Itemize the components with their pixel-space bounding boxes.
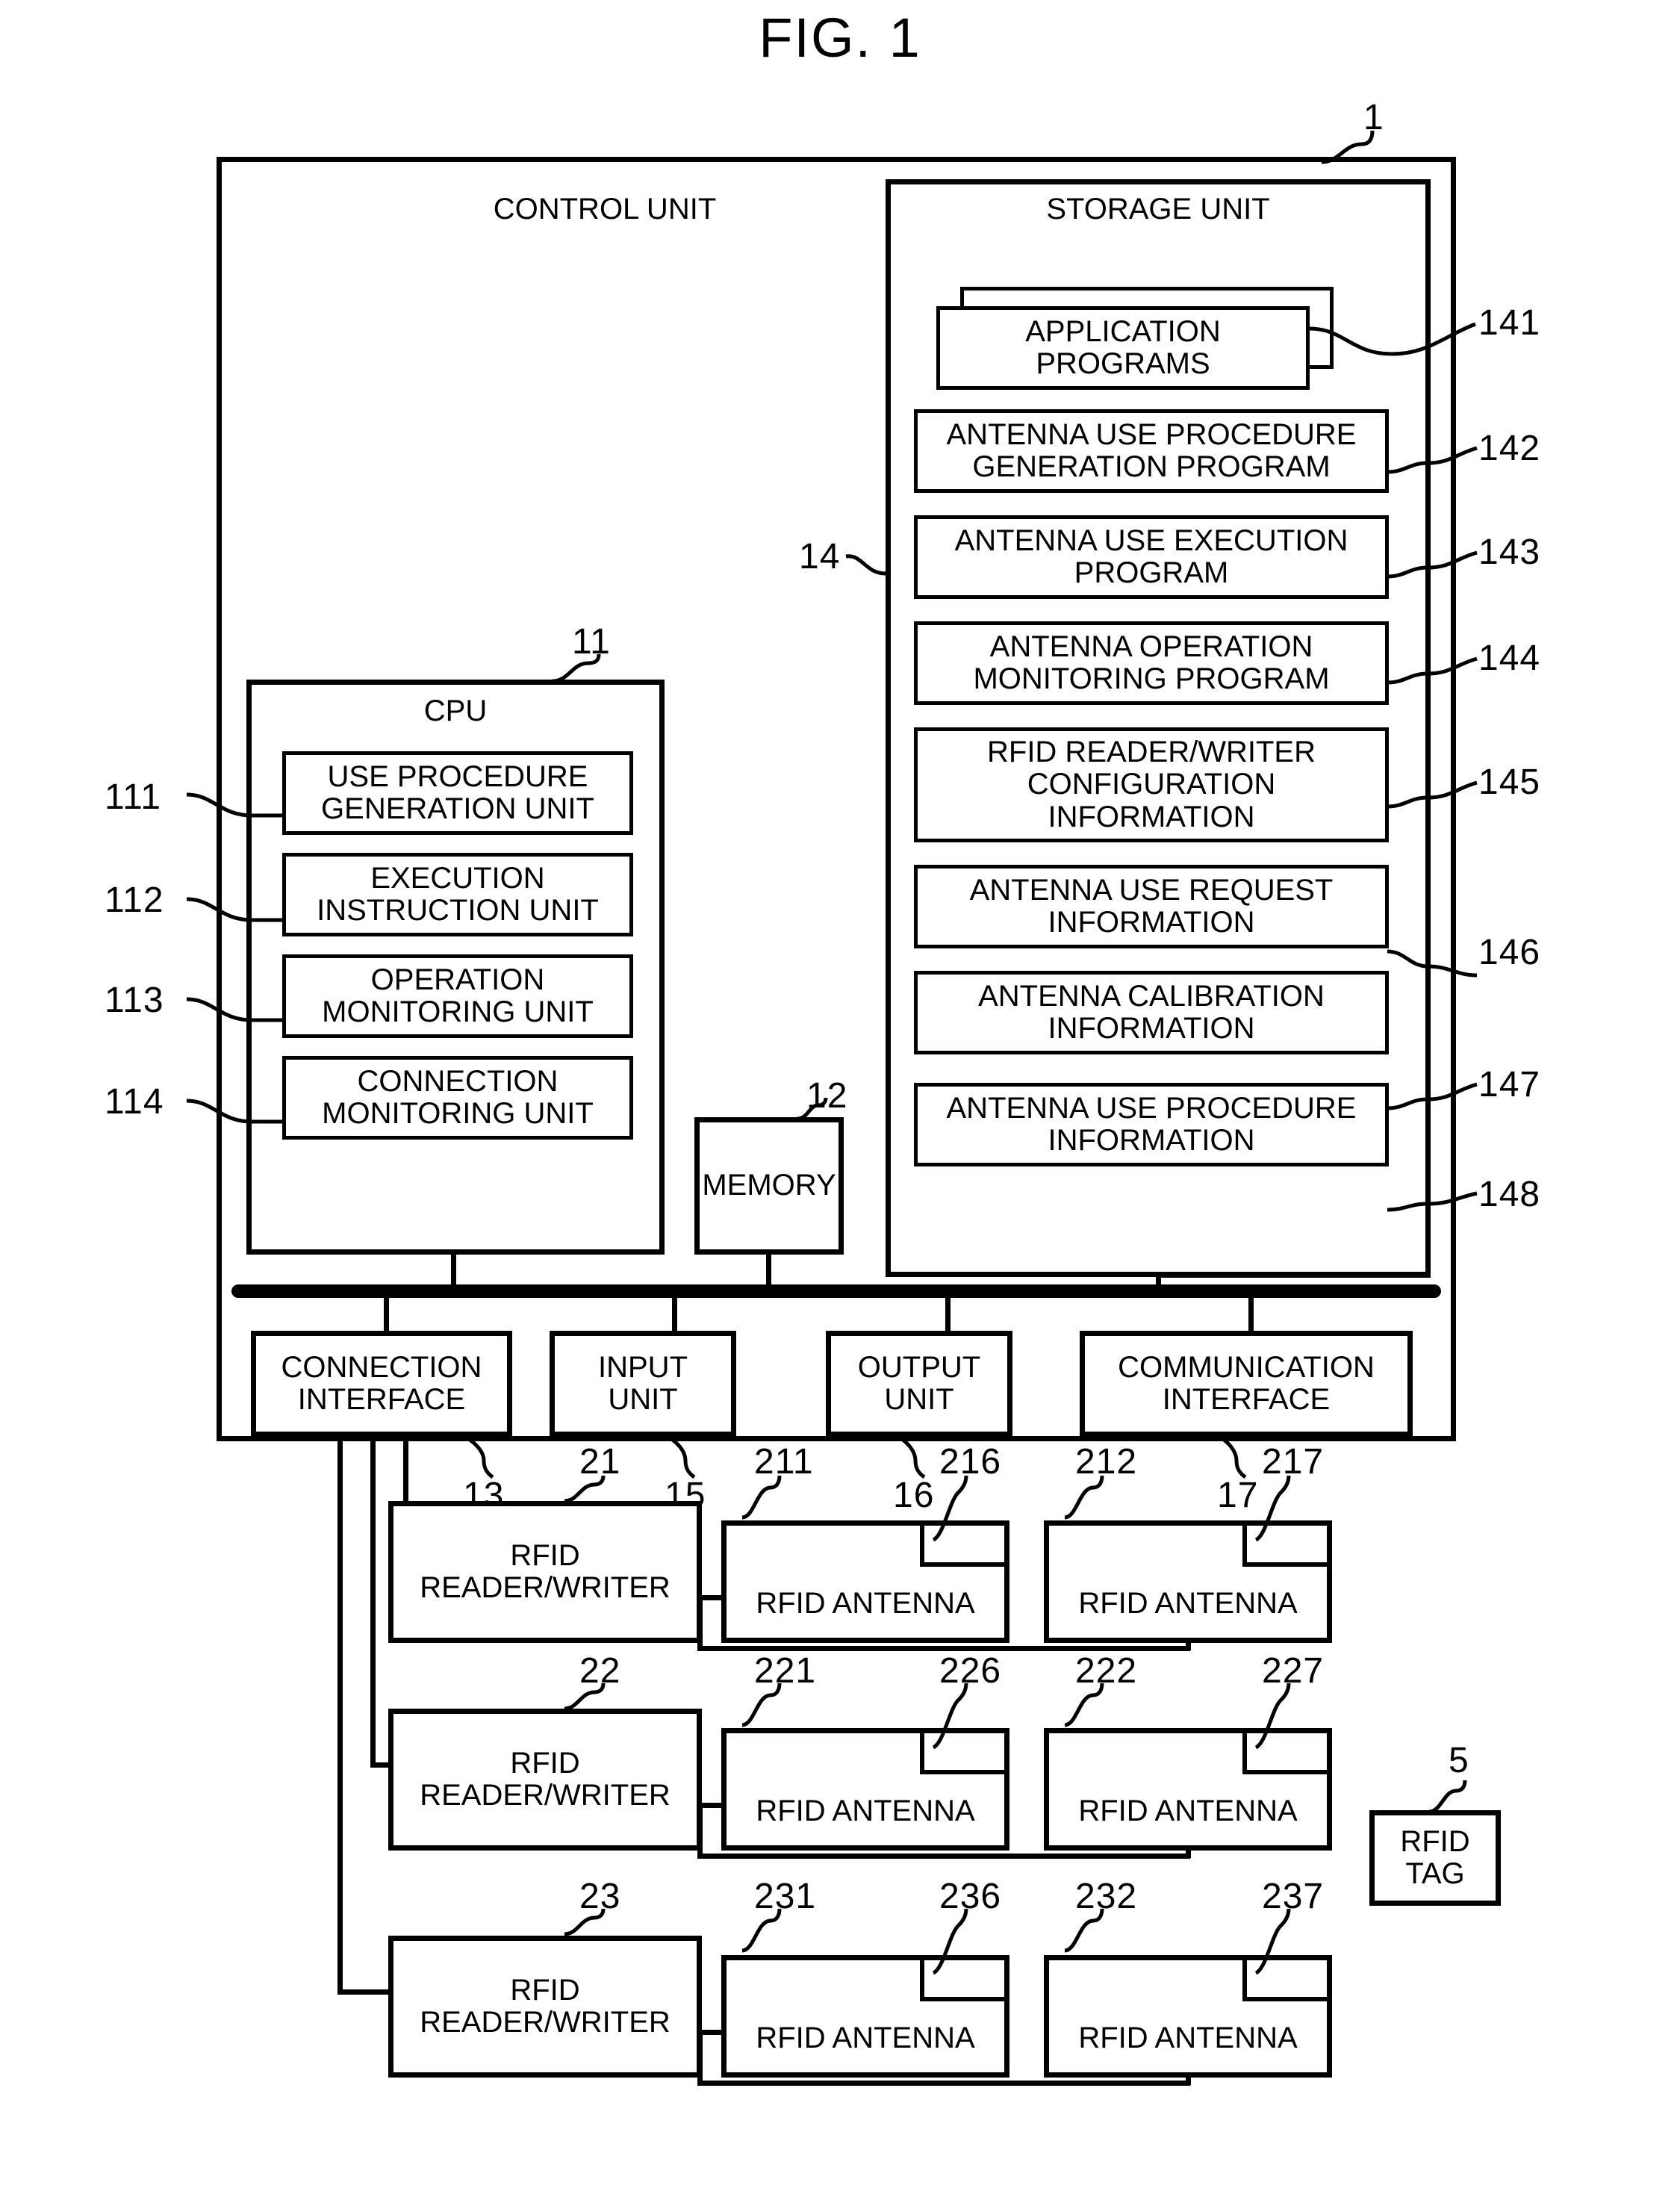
link-22-to-221 (700, 1803, 724, 1808)
use-procedure-generation-unit-label: USE PROCEDURE GENERATION UNIT (321, 759, 594, 825)
rfid-antenna-211-label: RFID ANTENNA (756, 1587, 975, 1621)
communication-interface-label: COMMUNICATION INTERFACE (1118, 1350, 1375, 1416)
ref-5: 5 (1449, 1741, 1469, 1780)
execution-instruction-unit-label: EXECUTION INSTRUCTION UNIT (317, 861, 599, 927)
rfid-antenna-222-sub-divider-v (1242, 1728, 1247, 1774)
ref-17: 17 (1217, 1476, 1259, 1515)
rfid-antenna-221-label: RFID ANTENNA (756, 1795, 975, 1828)
ref-storage-unit: 14 (799, 537, 841, 577)
rfid-antenna-231-label: RFID ANTENNA (756, 2022, 975, 2055)
storage-unit-title: STORAGE UNIT (1046, 193, 1270, 226)
ref-221: 221 (754, 1651, 817, 1691)
bus-stub-cpu (451, 1255, 456, 1287)
bus-stub-memory (766, 1255, 771, 1287)
ref-145: 145 (1478, 762, 1541, 802)
ref-143: 143 (1478, 532, 1541, 572)
ref-113: 113 (105, 981, 164, 1020)
rfid-reader-writer-configuration-information-label: RFID READER/WRITER CONFIGURATION INFORMA… (987, 736, 1316, 833)
rfid-reader-writer-22-label: RFID READER/WRITER (420, 1746, 671, 1812)
figure-canvas: FIG. 1 1 CONTROL UNIT STORAGE UNIT 14 AP… (0, 0, 1680, 2203)
ref-216: 216 (939, 1442, 1002, 1482)
ref-system: 1 (1363, 98, 1384, 137)
operation-monitoring-unit-label: OPERATION MONITORING UNIT (322, 963, 594, 1028)
cpu-title: CPU (423, 695, 488, 727)
rfid-antenna-232-sub-divider-v (1242, 1955, 1247, 2001)
ref-141: 141 (1478, 303, 1541, 343)
ref-226: 226 (939, 1651, 1002, 1691)
link-23-to-232-v2 (1186, 2075, 1191, 2085)
ref-cpu: 11 (572, 622, 611, 662)
connection-interface-label: CONNECTION INTERFACE (281, 1350, 482, 1416)
ref-211: 211 (754, 1442, 814, 1482)
input-unit-label: INPUT UNIT (598, 1350, 688, 1416)
ref-222: 222 (1075, 1651, 1138, 1691)
ref-memory: 12 (806, 1076, 848, 1116)
antenna-use-execution-program-label: ANTENNA USE EXECUTION PROGRAM (954, 523, 1348, 589)
ref-114: 114 (105, 1082, 164, 1122)
application-programs-label: APPLICATION PROGRAMS (1025, 314, 1221, 380)
ref-232: 232 (1075, 1877, 1138, 1916)
ref-146: 146 (1478, 933, 1541, 972)
link-22-to-222-v1 (697, 1803, 703, 1858)
rfid-antenna-221-sub-divider-v (920, 1728, 924, 1774)
rfid-antenna-232-label: RFID ANTENNA (1078, 2022, 1298, 2055)
system-bus (231, 1284, 1441, 1298)
connection-monitoring-unit-label: CONNECTION MONITORING UNIT (322, 1064, 594, 1130)
control-unit-title: CONTROL UNIT (493, 193, 717, 226)
leader-212 (1064, 1475, 1104, 1520)
rfid-reader-writer-23-label: RFID READER/WRITER (420, 1973, 671, 2039)
rfid-antenna-231-sub-divider-v (920, 1955, 924, 2001)
ref-237: 237 (1262, 1877, 1325, 1916)
memory-label: MEMORY (702, 1169, 836, 1202)
ref-236: 236 (939, 1877, 1002, 1916)
ref-148: 148 (1478, 1175, 1541, 1214)
link-23-to-231 (700, 2030, 724, 2035)
link-23-to-232-h (697, 2081, 1190, 2086)
link-21-to-211 (700, 1595, 724, 1600)
link-21-to-212-v2 (1186, 1640, 1191, 1650)
ref-144: 144 (1478, 638, 1541, 678)
rfid-antenna-222-label: RFID ANTENNA (1078, 1795, 1298, 1828)
link-22-to-222-v2 (1186, 1848, 1191, 1858)
ref-147: 147 (1478, 1065, 1541, 1104)
rfid-reader-writer-21-label: RFID READER/WRITER (420, 1538, 671, 1604)
bus-stub-input-unit (672, 1296, 677, 1331)
bus-storage-elbow-h (1156, 1273, 1431, 1278)
ref-227: 227 (1262, 1651, 1325, 1691)
antenna-use-procedure-information-label: ANTENNA USE PROCEDURE INFORMATION (946, 1091, 1357, 1157)
ref-112: 112 (105, 880, 164, 920)
ref-22: 22 (579, 1651, 621, 1691)
ref-142: 142 (1478, 429, 1541, 468)
ref-23: 23 (579, 1877, 621, 1916)
ref-111: 111 (105, 777, 161, 817)
connection-wire-reader22 (370, 1434, 376, 1767)
connection-wire-reader23 (337, 1434, 343, 1994)
ref-217: 217 (1262, 1442, 1325, 1482)
rfid-antenna-212-label: RFID ANTENNA (1078, 1587, 1298, 1621)
link-21-to-212-v1 (697, 1595, 703, 1650)
link-23-to-232-v1 (697, 2030, 703, 2085)
antenna-operation-monitoring-program-label: ANTENNA OPERATION MONITORING PROGRAM (973, 630, 1330, 695)
bus-stub-communication-if (1248, 1296, 1254, 1331)
ref-16: 16 (893, 1476, 935, 1515)
antenna-use-procedure-generation-program-label: ANTENNA USE PROCEDURE GENERATION PROGRAM (946, 417, 1357, 483)
rfid-antenna-211-sub-divider-v (920, 1520, 924, 1567)
antenna-use-request-information-label: ANTENNA USE REQUEST INFORMATION (969, 873, 1334, 939)
ref-212: 212 (1075, 1442, 1138, 1482)
figure-title: FIG. 1 (759, 7, 921, 69)
link-22-to-222-h (697, 1854, 1190, 1859)
bus-stub-storage (1156, 1277, 1161, 1290)
bus-stub-output-unit (945, 1296, 951, 1331)
rfid-antenna-212-sub-divider-v (1242, 1520, 1247, 1567)
leader-211 (741, 1475, 782, 1520)
output-unit-label: OUTPUT UNIT (857, 1350, 981, 1416)
rfid-tag-label: RFID TAG (1400, 1824, 1470, 1890)
antenna-calibration-information-label: ANTENNA CALIBRATION INFORMATION (978, 979, 1325, 1045)
bus-stub-connection-if (384, 1296, 389, 1331)
ref-231: 231 (754, 1877, 817, 1916)
ref-21: 21 (579, 1442, 621, 1482)
